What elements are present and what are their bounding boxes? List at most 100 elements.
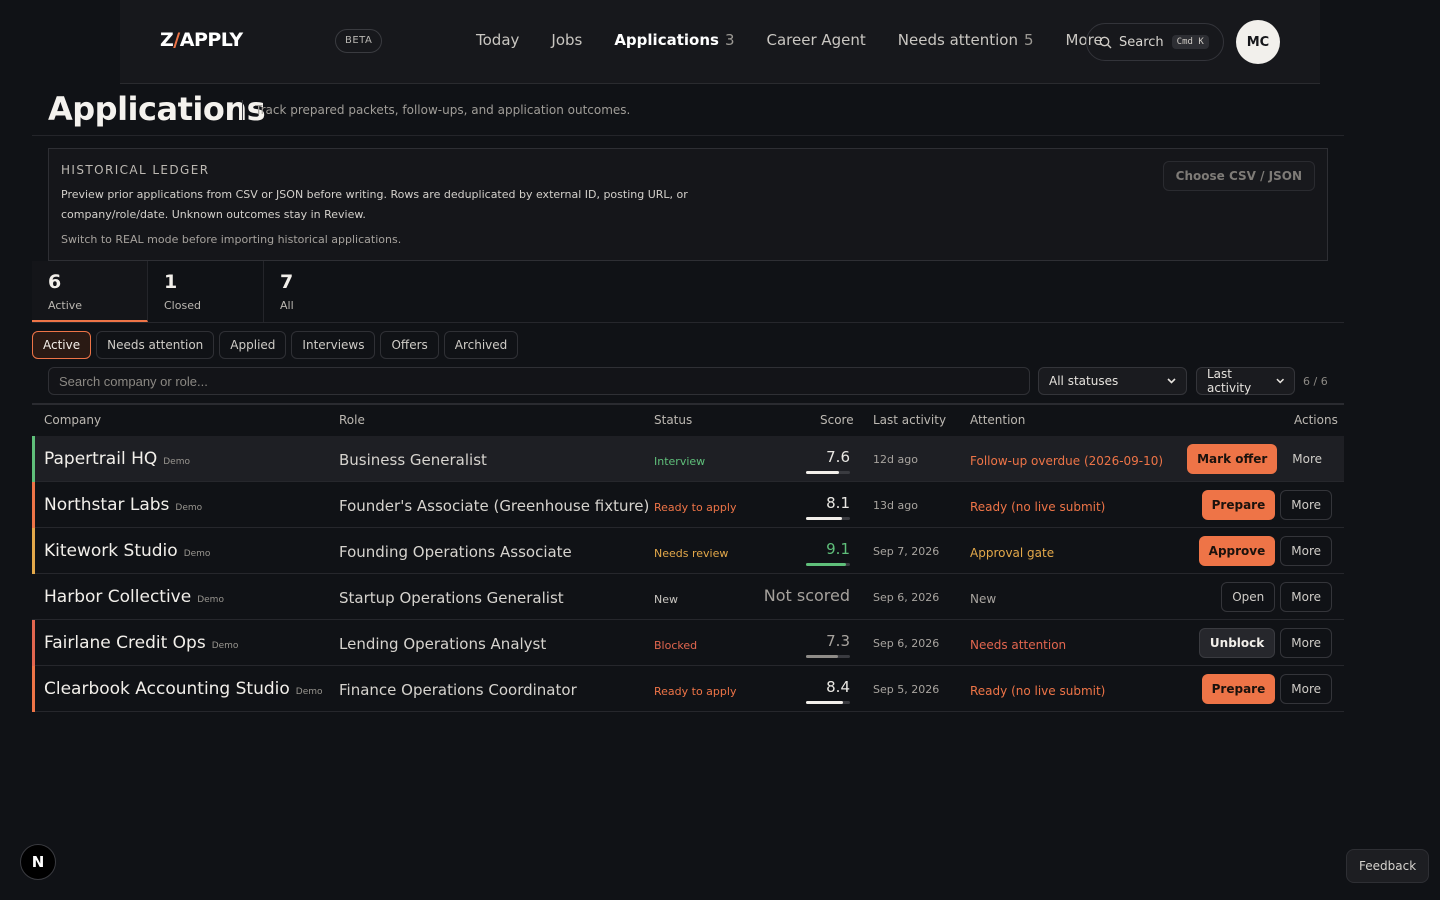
row-actions: Approve More	[1194, 536, 1332, 566]
score-bar	[806, 701, 850, 704]
more-button[interactable]: More	[1280, 490, 1332, 520]
nav-career-agent[interactable]: Career Agent	[766, 31, 865, 49]
title-divider	[242, 100, 243, 120]
feedback-button[interactable]: Feedback	[1346, 849, 1430, 883]
more-button[interactable]: More	[1280, 628, 1332, 658]
summary-tab-closed[interactable]: 1 Closed	[148, 261, 264, 322]
search-icon	[1099, 36, 1112, 48]
nav-applications[interactable]: Applications 3	[614, 31, 734, 49]
score-bar-fill	[806, 517, 842, 520]
user-avatar[interactable]: MC	[1236, 20, 1280, 64]
column-header-actions: Actions	[1294, 413, 1338, 427]
more-button[interactable]: More	[1280, 582, 1332, 612]
demo-tag: Demo	[295, 687, 323, 697]
last-activity: Sep 5, 2026	[873, 683, 940, 696]
status-indicator-bar	[32, 666, 35, 712]
chip-archived[interactable]: Archived	[443, 331, 519, 359]
nav-count: 5	[1024, 31, 1034, 49]
nav-needs-attention[interactable]: Needs attention 5	[898, 31, 1034, 49]
demo-tag: Demo	[175, 503, 203, 513]
summary-tab-all[interactable]: 7 All	[264, 261, 380, 322]
chip-interviews[interactable]: Interviews	[291, 331, 376, 359]
row-actions: Open More	[1216, 582, 1332, 612]
nav-label: Applications	[614, 31, 719, 49]
column-header-last-activity[interactable]: Last activity	[873, 413, 946, 427]
choose-file-button[interactable]: Choose CSV / JSON	[1162, 161, 1315, 191]
last-activity: 13d ago	[873, 499, 918, 512]
approve-button[interactable]: Approve	[1198, 536, 1276, 566]
ledger-heading: HISTORICAL LEDGER	[61, 163, 210, 177]
select-value: All statuses	[1049, 374, 1119, 388]
chip-needs-attention[interactable]: Needs attention	[96, 331, 215, 359]
summary-tabs: 6 Active 1 Closed 7 All	[32, 261, 380, 322]
applications-table-body: Papertrail HQ Demo Business Generalist In…	[32, 436, 1344, 712]
more-button[interactable]: More	[1280, 674, 1332, 704]
logo-suffix: APPLY	[179, 29, 243, 51]
nav-label: Career Agent	[766, 31, 866, 49]
open-button[interactable]: Open	[1221, 582, 1276, 612]
table-row[interactable]: Fairlane Credit Ops Demo Lending Operatio…	[32, 620, 1344, 666]
score-bar-fill	[806, 563, 847, 566]
score-bar	[806, 563, 850, 566]
last-activity: Sep 6, 2026	[873, 637, 940, 650]
score-value: Not scored	[763, 586, 850, 605]
score-bar-fill	[806, 701, 843, 704]
status-indicator-bar	[32, 620, 35, 666]
role-name: Founding Operations Associate	[339, 543, 572, 561]
status-badge: Interview	[654, 455, 706, 468]
nav-label: Today	[476, 31, 520, 49]
column-header-status[interactable]: Status	[654, 413, 692, 427]
chip-active[interactable]: Active	[32, 331, 92, 359]
nav-label: Needs attention	[897, 31, 1018, 49]
global-search-button[interactable]: Search Cmd K	[1086, 23, 1224, 61]
chip-applied[interactable]: Applied	[219, 331, 287, 359]
company-label: Harbor Collective	[44, 587, 192, 607]
attention-text: Follow-up overdue (2026-09-10)	[970, 454, 1164, 468]
dev-tools-badge[interactable]: N	[20, 844, 56, 880]
column-header-attention[interactable]: Attention	[970, 413, 1025, 427]
nav-jobs[interactable]: Jobs	[551, 31, 582, 49]
nav-today[interactable]: Today	[476, 31, 519, 49]
company-role-search-input[interactable]	[48, 367, 1030, 395]
score-value: 7.3	[826, 632, 850, 650]
mark-offer-button[interactable]: Mark offer	[1187, 444, 1278, 474]
attention-text: Needs attention	[970, 638, 1067, 652]
logo[interactable]: Z/APPLY	[160, 29, 243, 51]
result-count: 6 / 6	[1303, 375, 1328, 388]
score-bar	[806, 517, 850, 520]
more-button[interactable]: More	[1282, 444, 1332, 474]
attention-text: Ready (no live submit)	[970, 684, 1106, 698]
prepare-button[interactable]: Prepare	[1201, 490, 1276, 520]
score-value: 8.1	[826, 494, 850, 512]
more-button[interactable]: More	[1280, 536, 1332, 566]
prepare-button[interactable]: Prepare	[1201, 674, 1276, 704]
status-select[interactable]: All statuses	[1038, 367, 1187, 395]
table-row[interactable]: Northstar Labs Demo Founder's Associate (…	[32, 482, 1344, 528]
chip-offers[interactable]: Offers	[380, 331, 439, 359]
table-row[interactable]: Papertrail HQ Demo Business Generalist In…	[32, 436, 1344, 482]
role-name: Startup Operations Generalist	[339, 589, 564, 607]
last-activity: Sep 6, 2026	[873, 591, 940, 604]
table-row[interactable]: Kitework Studio Demo Founding Operations …	[32, 528, 1344, 574]
table-row[interactable]: Clearbook Accounting Studio Demo Finance …	[32, 666, 1344, 712]
top-nav-bar: Z/APPLY BETA Today Jobs Applications 3 Ca…	[120, 0, 1320, 84]
summary-tab-active[interactable]: 6 Active	[32, 261, 148, 322]
company-name: Clearbook Accounting Studio Demo	[44, 679, 323, 699]
ledger-description: Preview prior applications from CSV or J…	[61, 188, 688, 221]
summary-label: All	[280, 299, 294, 312]
column-header-score[interactable]: Score	[820, 413, 854, 427]
company-label: Clearbook Accounting Studio	[44, 679, 290, 699]
status-indicator-bar	[32, 436, 35, 482]
score-value: 8.4	[826, 678, 850, 696]
unblock-button[interactable]: Unblock	[1198, 628, 1276, 658]
status-badge: Blocked	[654, 639, 698, 652]
column-header-role[interactable]: Role	[339, 413, 365, 427]
column-header-company[interactable]: Company	[44, 413, 101, 427]
table-row[interactable]: Harbor Collective Demo Startup Operations…	[32, 574, 1344, 620]
demo-tag: Demo	[183, 549, 211, 559]
score-bar-fill	[806, 655, 839, 658]
sort-select[interactable]: Last activity	[1196, 367, 1295, 395]
table-header: Company Role Status Score Last activity …	[32, 405, 1344, 436]
company-name: Harbor Collective Demo	[44, 587, 224, 607]
company-label: Fairlane Credit Ops	[44, 633, 206, 653]
